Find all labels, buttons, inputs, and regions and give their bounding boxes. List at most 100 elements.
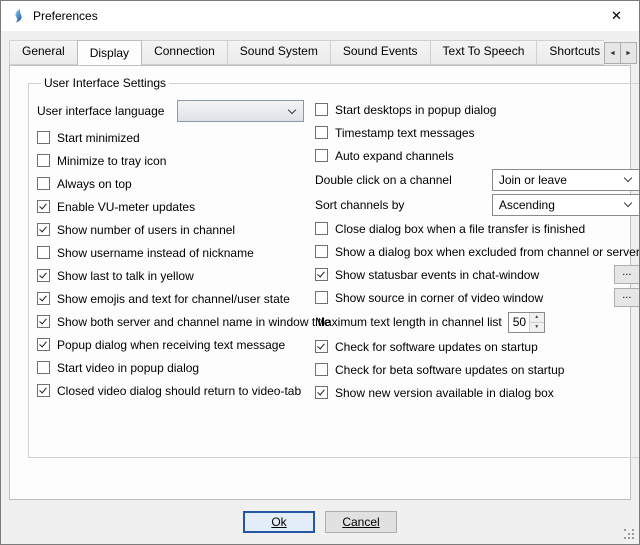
checkbox-check-for-beta-software-updates-on-startup[interactable] [315,363,328,376]
field-label: Sort channels by [315,198,404,212]
row-enable-vu-meter-updates[interactable]: Enable VU-meter updates [37,195,309,218]
row-start-minimized[interactable]: Start minimized [37,126,309,149]
checkbox-enable-vu-meter-updates[interactable] [37,200,50,213]
checkbox-label: Show number of users in channel [57,223,235,237]
row-start-video-in-popup-dialog[interactable]: Start video in popup dialog [37,356,309,379]
titlebar: Preferences ✕ [1,1,639,31]
check-mark-icon [39,202,47,210]
row-maximum-text-length-in-channel-list: Maximum text length in channel list 50▲▼ [315,309,640,335]
checkbox-show-new-version-available-in-dialog-box[interactable] [315,386,328,399]
tab-connection[interactable]: Connection [141,40,228,65]
checkbox-label: Show username instead of nickname [57,246,254,260]
checkbox-closed-video-dialog-should-return-to-video-tab[interactable] [37,384,50,397]
checkbox-label: Check for software updates on startup [335,340,538,354]
check-mark-icon [317,270,325,278]
tab-scroll-right-button[interactable]: ► [620,42,637,64]
row-always-on-top[interactable]: Always on top [37,172,309,195]
tab-bar-container: GeneralDisplayConnectionSound SystemSoun… [1,31,639,65]
tab-scroll-left-button[interactable]: ◄ [604,42,621,64]
checkbox-show-a-dialog-box-when-excluded-from-channel-or-server[interactable] [315,245,328,258]
max-text-length-spinbox[interactable]: 50▲▼ [508,312,545,333]
row-popup-dialog-when-receiving-text-message[interactable]: Popup dialog when receiving text message [37,333,309,356]
tab-sound-system[interactable]: Sound System [227,40,331,65]
double-click-action-combobox[interactable]: Join or leave [492,169,640,191]
tab-general[interactable]: General [9,40,78,65]
checkbox-minimize-to-tray-icon[interactable] [37,154,50,167]
chevron-down-icon [288,107,297,116]
row-show-a-dialog-box-when-excluded-from-channel-or-server[interactable]: Show a dialog box when excluded from cha… [315,240,640,263]
field-label: Maximum text length in channel list [315,315,502,329]
tab-page-display: User Interface Settings User interface l… [9,65,631,500]
row-close-dialog-box-when-a-file-transfer-is-finished[interactable]: Close dialog box when a file transfer is… [315,217,640,240]
tab-shortcuts[interactable]: Shortcuts [536,40,604,65]
row-show-statusbar-events-in-chat-window[interactable]: Show statusbar events in chat-window... [315,263,640,286]
settings-columns: User interface language Start minimizedM… [35,96,640,404]
checkbox-start-desktops-in-popup-dialog[interactable] [315,103,328,116]
row-check-for-beta-software-updates-on-startup[interactable]: Check for beta software updates on start… [315,358,640,381]
preferences-window: Preferences ✕ GeneralDisplayConnectionSo… [0,0,640,545]
combobox-value: Ascending [499,198,618,212]
row-minimize-to-tray-icon[interactable]: Minimize to tray icon [37,149,309,172]
checkbox-show-statusbar-events-in-chat-window[interactable] [315,268,328,281]
check-mark-icon [317,388,325,396]
spinbox-value[interactable]: 50 [509,313,529,332]
row-timestamp-text-messages[interactable]: Timestamp text messages [315,121,640,144]
checkbox-label: Check for beta software updates on start… [335,363,564,377]
resize-grip[interactable] [624,529,636,541]
right-column: Start desktops in popup dialogTimestamp … [309,98,640,404]
checkbox-show-emojis-and-text-for-channel-user-state[interactable] [37,292,50,305]
checkbox-label: Show both server and channel name in win… [57,315,331,329]
spin-up-button[interactable]: ▲ [530,313,544,323]
row-show-both-server-and-channel-name-in-window-title[interactable]: Show both server and channel name in win… [37,310,309,333]
checkbox-label: Start minimized [57,131,140,145]
check-mark-icon [39,317,47,325]
cancel-button[interactable]: Cancel [325,511,397,533]
checkbox-show-last-to-talk-in-yellow[interactable] [37,269,50,282]
tab-display[interactable]: Display [77,40,142,65]
row-show-username-instead-of-nickname[interactable]: Show username instead of nickname [37,241,309,264]
checkbox-show-username-instead-of-nickname[interactable] [37,246,50,259]
checkbox-close-dialog-box-when-a-file-transfer-is-finished[interactable] [315,222,328,235]
tab-sound-events[interactable]: Sound Events [330,40,431,65]
checkbox-show-source-in-corner-of-video-window[interactable] [315,291,328,304]
check-mark-icon [317,342,325,350]
checkbox-show-number-of-users-in-channel[interactable] [37,223,50,236]
checkbox-auto-expand-channels[interactable] [315,149,328,162]
language-combobox[interactable] [177,100,304,122]
row-start-desktops-in-popup-dialog[interactable]: Start desktops in popup dialog [315,98,640,121]
checkbox-label: Show last to talk in yellow [57,269,194,283]
spin-down-button[interactable]: ▼ [530,322,544,332]
row-auto-expand-channels[interactable]: Auto expand channels [315,144,640,167]
checkbox-label: Enable VU-meter updates [57,200,195,214]
row-show-last-to-talk-in-yellow[interactable]: Show last to talk in yellow [37,264,309,287]
checkbox-timestamp-text-messages[interactable] [315,126,328,139]
check-mark-icon [39,225,47,233]
sort-channels-combobox[interactable]: Ascending [492,194,640,216]
chevron-down-icon [624,200,633,209]
checkbox-show-both-server-and-channel-name-in-window-title[interactable] [37,315,50,328]
row-closed-video-dialog-should-return-to-video-tab[interactable]: Closed video dialog should return to vid… [37,379,309,402]
row-show-new-version-available-in-dialog-box[interactable]: Show new version available in dialog box [315,381,640,404]
checkbox-label: Show new version available in dialog box [335,386,554,400]
show-source-in-corner-of-video-window-more-button[interactable]: ... [614,288,640,307]
checkbox-always-on-top[interactable] [37,177,50,190]
tab-text-to-speech[interactable]: Text To Speech [430,40,538,65]
ok-button[interactable]: Ok [243,511,315,533]
row-show-emojis-and-text-for-channel-user-state[interactable]: Show emojis and text for channel/user st… [37,287,309,310]
row-sort-channels-by: Sort channels by Ascending [315,192,640,217]
checkbox-label: Show a dialog box when excluded from cha… [335,245,640,259]
checkbox-label: Closed video dialog should return to vid… [57,384,301,398]
show-statusbar-events-in-chat-window-more-button[interactable]: ... [614,265,640,284]
checkbox-start-minimized[interactable] [37,131,50,144]
row-show-number-of-users-in-channel[interactable]: Show number of users in channel [37,218,309,241]
row-show-source-in-corner-of-video-window[interactable]: Show source in corner of video window... [315,286,640,309]
check-mark-icon [39,340,47,348]
checkbox-label: Auto expand channels [335,149,454,163]
row-check-for-software-updates-on-startup[interactable]: Check for software updates on startup [315,335,640,358]
checkbox-label: Always on top [57,177,132,191]
checkbox-label: Show emojis and text for channel/user st… [57,292,290,306]
checkbox-popup-dialog-when-receiving-text-message[interactable] [37,338,50,351]
close-button[interactable]: ✕ [594,1,639,31]
checkbox-check-for-software-updates-on-startup[interactable] [315,340,328,353]
checkbox-start-video-in-popup-dialog[interactable] [37,361,50,374]
